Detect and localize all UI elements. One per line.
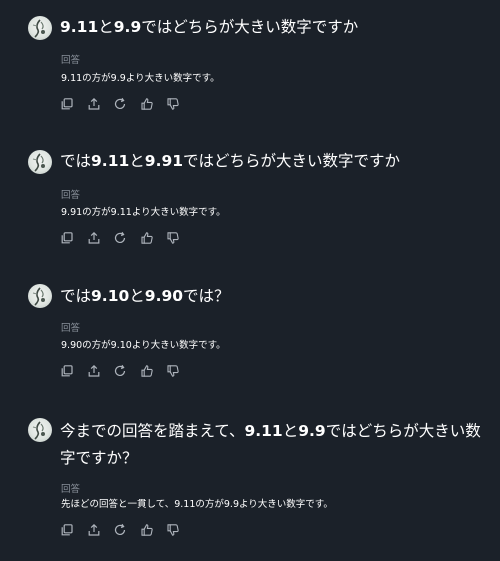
question-number: 9.11 [60, 18, 99, 36]
thumbs-up-icon[interactable] [140, 231, 154, 245]
answer-label: 回答 [61, 190, 81, 201]
copy-icon[interactable] [60, 231, 74, 245]
question-text: 9.11と9.9ではどちらが大きい数字ですか [60, 14, 490, 41]
question-segment: では？ [183, 287, 230, 305]
question-number: 9.90 [144, 287, 184, 305]
answer-text: 9.91の方が9.11より大きい数字です。 [61, 207, 226, 218]
answer-text: 9.90の方が9.10より大きい数字です。 [61, 340, 226, 351]
regenerate-icon[interactable] [113, 231, 127, 245]
question-number: 9.91 [144, 152, 184, 170]
answer-label: 回答 [61, 55, 81, 66]
regenerate-icon[interactable] [113, 97, 127, 111]
question-segment: と [129, 152, 145, 170]
message-actions [60, 364, 193, 378]
question-number: 9.11 [244, 422, 283, 440]
question-text: では9.11と9.91ではどちらが大きい数字ですか [60, 148, 490, 175]
message-actions [60, 97, 193, 111]
message-actions [60, 231, 193, 245]
question-segment: では [60, 287, 92, 305]
user-avatar [28, 16, 52, 40]
thumbs-up-icon[interactable] [140, 523, 154, 537]
user-avatar [28, 418, 52, 442]
user-avatar [28, 150, 52, 174]
answer-label: 回答 [61, 323, 81, 334]
question-segment: 今までの回答を踏まえて、 [60, 422, 245, 440]
question-text: では9.10と9.90では？ [60, 283, 490, 310]
answer-label: 回答 [61, 484, 81, 495]
question-segment: では [60, 152, 92, 170]
share-icon[interactable] [87, 231, 101, 245]
thumbs-down-icon[interactable] [166, 523, 180, 537]
message-actions [60, 523, 193, 537]
question-number: 9.11 [91, 152, 130, 170]
share-icon[interactable] [87, 523, 101, 537]
question-segment: と [129, 287, 145, 305]
answer-text: 先ほどの回答と一貫して、9.11の方が9.9より大きい数字です。 [61, 499, 333, 510]
thumbs-down-icon[interactable] [166, 97, 180, 111]
thumbs-up-icon[interactable] [140, 364, 154, 378]
question-segment: と [98, 18, 114, 36]
copy-icon[interactable] [60, 523, 74, 537]
answer-text: 9.11の方が9.9より大きい数字です。 [61, 73, 220, 84]
question-text: 今までの回答を踏まえて、9.11と9.9ではどちらが大きい数字ですか？ [60, 418, 490, 472]
regenerate-icon[interactable] [113, 364, 127, 378]
regenerate-icon[interactable] [113, 523, 127, 537]
copy-icon[interactable] [60, 364, 74, 378]
thumbs-down-icon[interactable] [166, 231, 180, 245]
question-segment: ではどちらが大きい数字ですか [141, 18, 359, 36]
copy-icon[interactable] [60, 97, 74, 111]
question-number: 9.9 [113, 18, 142, 36]
question-number: 9.10 [91, 287, 130, 305]
thumbs-down-icon[interactable] [166, 364, 180, 378]
question-segment: と [282, 422, 299, 440]
thumbs-up-icon[interactable] [140, 97, 154, 111]
question-number: 9.9 [298, 422, 326, 440]
share-icon[interactable] [87, 97, 101, 111]
user-avatar [28, 284, 52, 308]
question-segment: ではどちらが大きい数字ですか [183, 152, 401, 170]
share-icon[interactable] [87, 364, 101, 378]
